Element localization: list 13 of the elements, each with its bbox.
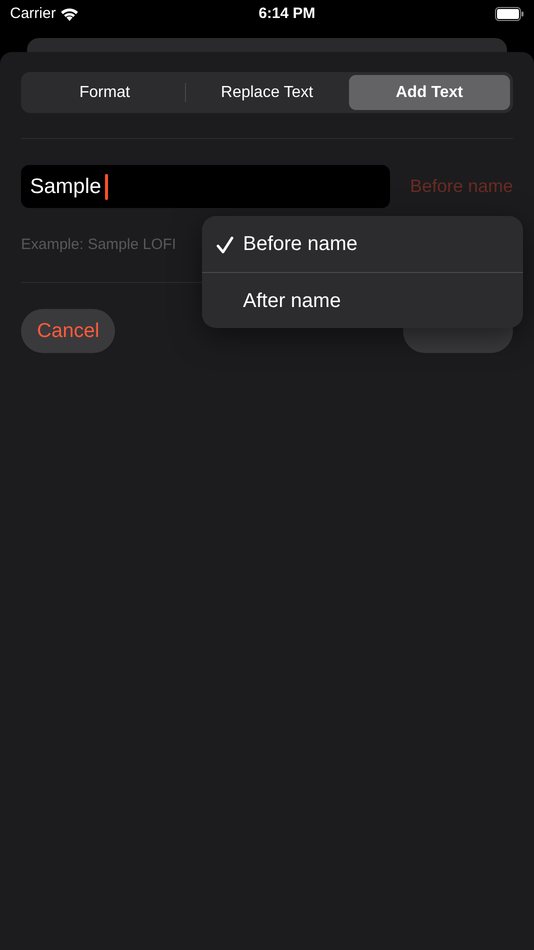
name-input-field[interactable]: Sample: [21, 165, 390, 208]
battery-icon: [494, 7, 524, 21]
carrier-label: Carrier: [10, 4, 56, 24]
clock-time: 6:14 PM: [258, 4, 316, 24]
cancel-button[interactable]: Cancel: [21, 309, 116, 353]
example-text: Example: Sample LOFI: [21, 235, 176, 255]
menu-item[interactable]: Before name: [202, 216, 523, 272]
menu-item[interactable]: After name: [202, 272, 523, 328]
wifi-icon: [60, 7, 79, 21]
segment-tab[interactable]: Add Text: [348, 75, 510, 110]
text-cursor: [105, 174, 108, 200]
segment-tab[interactable]: Replace Text: [186, 75, 348, 110]
segment-tab[interactable]: Format: [24, 75, 186, 110]
